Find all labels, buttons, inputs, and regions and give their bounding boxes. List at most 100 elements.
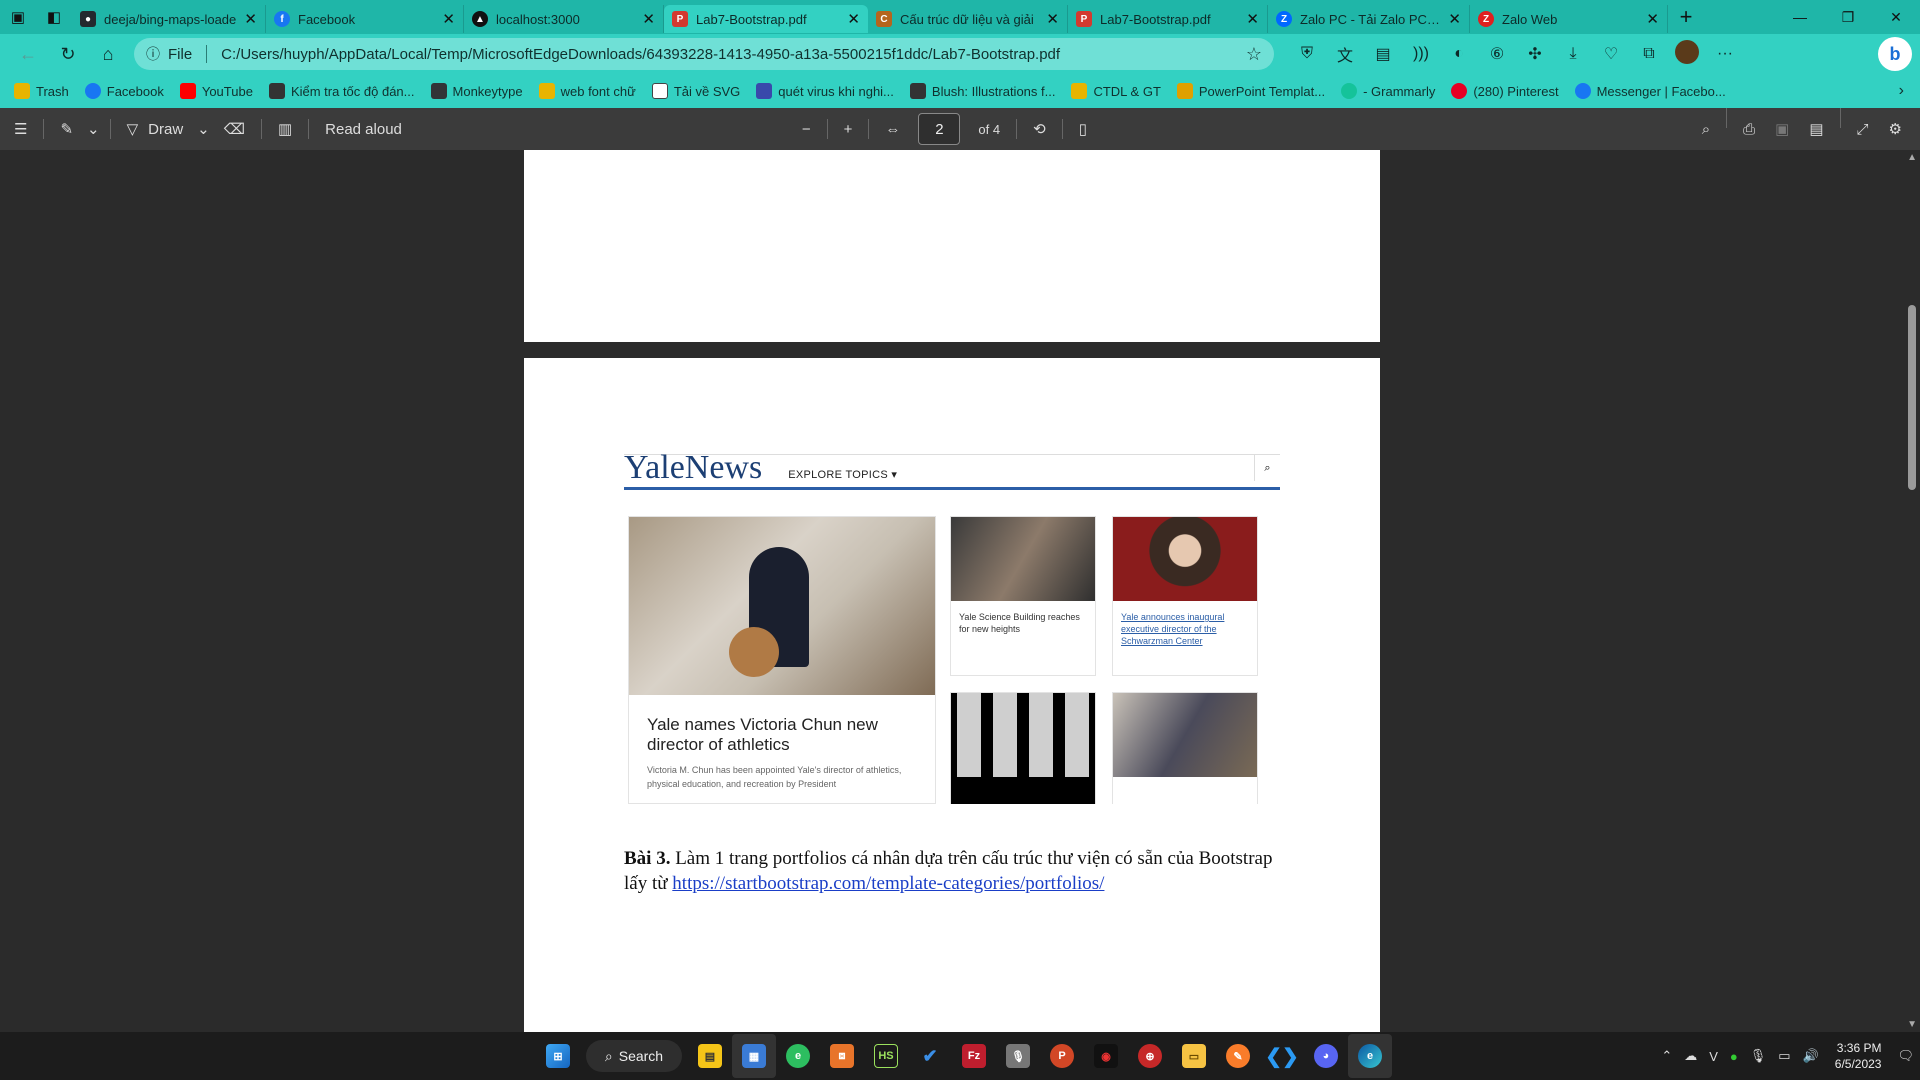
pen-app-icon[interactable]: ✎ [1216,1034,1260,1078]
onedrive-icon[interactable]: ☁ [1684,1048,1697,1064]
status-icon[interactable]: ● [1730,1049,1738,1064]
back-icon[interactable]: ← [8,34,48,74]
close-icon[interactable]: ✕ [1646,10,1659,28]
more-icon[interactable]: ··· [1706,45,1744,63]
close-icon[interactable]: ✕ [244,10,257,28]
tab-localhost[interactable]: ▲ localhost:3000 ✕ [464,5,664,33]
draw-button[interactable]: ▽ Draw [117,108,194,150]
microphone-icon[interactable]: 🎙 [1750,1048,1767,1064]
address-bar[interactable]: ⓘ File C:/Users/huyph/AppData/Local/Temp… [134,38,1274,70]
file-explorer-icon[interactable]: ▭ [1172,1034,1216,1078]
bookmark-item[interactable]: Messenger | Facebo... [1574,83,1726,99]
highlight-icon[interactable]: ✎ [50,108,83,150]
save-as-icon[interactable]: ▤ [1799,108,1833,150]
scroll-up-icon[interactable]: ▲ [1907,152,1917,163]
save-icon[interactable]: ▣ [1765,108,1799,150]
vpn-icon[interactable]: V [1709,1049,1718,1064]
tab-ctdl[interactable]: C Cấu trúc dữ liệu và giải ✕ [868,5,1068,33]
discord-icon[interactable]: ◕ [1304,1034,1348,1078]
profile-avatar[interactable] [1668,39,1706,69]
minimize-icon[interactable]: — [1776,9,1824,26]
bookmark-item[interactable]: Blush: Illustrations f... [909,83,1055,99]
counter-icon[interactable]: ⑥ [1478,44,1516,64]
portfolio-link[interactable]: https://startbootstrap.com/template-cate… [672,873,1104,894]
notification-icon[interactable]: 🗨 [1897,1048,1914,1064]
chevron-up-icon[interactable]: ⌃ [1661,1048,1672,1064]
bookmark-item[interactable]: - Grammarly [1341,83,1435,99]
chevron-down-icon[interactable]: ⌄ [83,108,104,150]
close-icon[interactable]: ✕ [847,10,860,28]
app-red-icon[interactable]: ⊕ [1128,1034,1172,1078]
powerpoint-icon[interactable]: P [1040,1034,1084,1078]
eraser-icon[interactable]: ⌫ [214,108,255,150]
translate-icon[interactable]: 文 [1326,42,1364,66]
rotate-icon[interactable]: ⟲ [1023,108,1056,150]
contents-icon[interactable]: ☰ [4,108,37,150]
bookmark-item[interactable]: Trash [14,83,69,99]
bookmark-item[interactable]: quét virus khi nghi... [756,83,894,99]
app-icon[interactable]: ⧈ [820,1034,864,1078]
sticky-notes-icon[interactable]: ▤ [688,1034,732,1078]
pdf-viewer[interactable]: YaleNews EXPLORE TOPICS ▾ ⌕ Yale names V… [0,150,1920,1032]
tab-zalo-pc[interactable]: Z Zalo PC - Tải Zalo PC dễ ✕ [1268,5,1470,33]
puzzle-icon[interactable]: ✣ [1516,44,1554,64]
taskbar-search[interactable]: ⌕ Search [586,1040,682,1072]
downloads-icon[interactable]: ⤓ [1554,45,1592,63]
microphone-icon[interactable]: 🎙 [996,1034,1040,1078]
game-icon[interactable]: ◉ [1084,1034,1128,1078]
close-icon[interactable]: ✕ [442,10,455,28]
url-text[interactable]: C:/Users/huyph/AppData/Local/Temp/Micros… [221,46,1246,63]
close-icon[interactable]: ✕ [1246,10,1259,28]
print-icon[interactable]: ⎙ [1733,108,1765,150]
scrollbar[interactable]: ▲ ▼ [1904,150,1920,1032]
todo-icon[interactable]: ✔ [908,1034,952,1078]
wave-icon[interactable]: ))) [1402,45,1440,63]
new-tab-button[interactable]: + [1668,4,1704,30]
zoom-in-icon[interactable]: + [834,108,863,150]
edge-icon[interactable]: e [1348,1034,1392,1078]
chevron-down-icon[interactable]: ⌄ [193,108,214,150]
clock[interactable]: 3:36 PM 6/5/2023 [1835,1040,1882,1072]
fullscreen-icon[interactable]: ⤢ [1847,108,1879,150]
evernote-icon[interactable]: e [776,1034,820,1078]
tab-actions-icon[interactable]: ◧ [36,0,72,34]
bookmark-item[interactable]: YouTube [179,83,253,99]
bookmark-item[interactable]: Kiểm tra tốc độ đán... [268,83,415,99]
extension-icon[interactable]: ▤ [1364,44,1402,64]
close-icon[interactable]: ✕ [1046,10,1059,28]
tab-facebook[interactable]: f Facebook ✕ [266,5,464,33]
bookmark-item[interactable]: CTDL & GT [1071,83,1161,99]
close-icon[interactable]: ✕ [642,10,655,28]
favorite-star-icon[interactable]: ☆ [1246,44,1262,65]
tab-lab7-active[interactable]: P Lab7-Bootstrap.pdf ✕ [664,5,868,33]
refresh-icon[interactable]: ↻ [48,34,88,74]
hs-icon[interactable]: HS [864,1034,908,1078]
scroll-thumb[interactable] [1908,305,1916,490]
bookmark-item[interactable]: Facebook [84,83,164,99]
close-icon[interactable]: ✕ [1448,10,1461,28]
zoom-out-icon[interactable]: − [792,108,821,150]
home-icon[interactable]: ⌂ [88,34,128,74]
page-number-input[interactable]: 2 [918,113,961,145]
scroll-down-icon[interactable]: ▼ [1907,1019,1917,1030]
bookmark-item[interactable]: (280) Pinterest [1451,83,1559,99]
page-view-icon[interactable]: ▯ [1069,108,1097,150]
volume-icon[interactable]: 🔊 [1803,1048,1819,1064]
fit-width-icon[interactable]: ⇔ [875,108,910,150]
color-icon[interactable]: ◐ [1440,45,1478,63]
performance-icon[interactable]: ♡ [1592,44,1630,64]
bookmark-item[interactable]: Monkeytype [430,83,523,99]
tab-lab7[interactable]: P Lab7-Bootstrap.pdf ✕ [1068,5,1268,33]
photos-icon[interactable]: ▦ [732,1034,776,1078]
shield-icon[interactable]: ⛨ [1288,45,1326,63]
close-window-icon[interactable]: ✕ [1872,9,1920,26]
tab-zalo-web[interactable]: Z Zalo Web ✕ [1470,5,1668,33]
two-page-icon[interactable]: ▥ [268,108,302,150]
read-aloud-button[interactable]: Read aloud [315,108,412,150]
settings-gear-icon[interactable]: ⚙ [1879,108,1912,150]
bookmark-item[interactable]: Tải về SVG [651,83,740,99]
filezilla-icon[interactable]: Fz [952,1034,996,1078]
workspaces-icon[interactable]: ▣ [0,0,36,34]
vscode-icon[interactable]: ❮❯ [1260,1034,1304,1078]
search-icon[interactable]: ⌕ [1692,108,1720,150]
